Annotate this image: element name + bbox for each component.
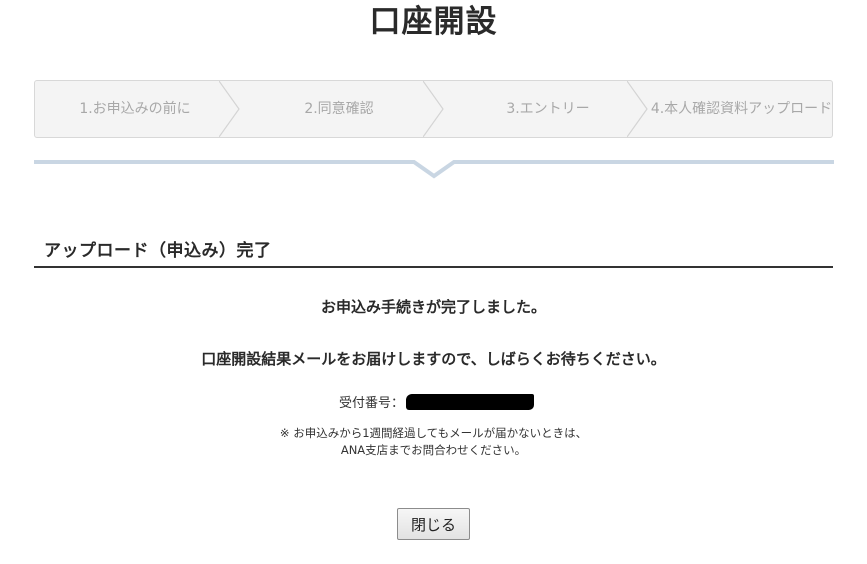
page-title: 口座開設 [369, 4, 498, 40]
section-heading-text: アップロード（申込み）完了 [44, 241, 272, 261]
step-separator-chevron-icon [627, 81, 648, 137]
step-progress-bar: 1.お申込みの前に 2.同意確認 3.エントリー 4.本人確認資料アップロード [34, 80, 833, 138]
step-1-before-application: 1.お申込みの前に [79, 101, 191, 117]
contact-note-line-2: ANA支店までお問合わせください。 [340, 443, 527, 457]
step-2-consent: 2.同意確認 [304, 101, 374, 117]
close-button[interactable]: 閉じる [397, 508, 470, 540]
receipt-number: 受付番号： [339, 392, 535, 412]
contact-note-line-1: ※ お申込みから1週間経過してもメールが届かないときは、 [279, 426, 588, 440]
contact-note: ※ お申込みから1週間経過してもメールが届かないときは、 ANA支店までお問合わ… [0, 425, 867, 459]
step-4-id-upload: 4.本人確認資料アップロード [650, 101, 833, 117]
section-heading: アップロード（申込み）完了 [34, 230, 833, 268]
email-notice-message: 口座開設結果メールをお届けしますので、しばらくお待ちください。 [201, 350, 666, 368]
step-3-entry: 3.エントリー [506, 101, 590, 117]
receipt-number-label: 受付番号： [339, 396, 405, 411]
completion-message: お申込み手続きが完了しました。 [320, 298, 546, 316]
progress-indicator-line [34, 160, 834, 179]
receipt-number-redacted [406, 393, 535, 410]
